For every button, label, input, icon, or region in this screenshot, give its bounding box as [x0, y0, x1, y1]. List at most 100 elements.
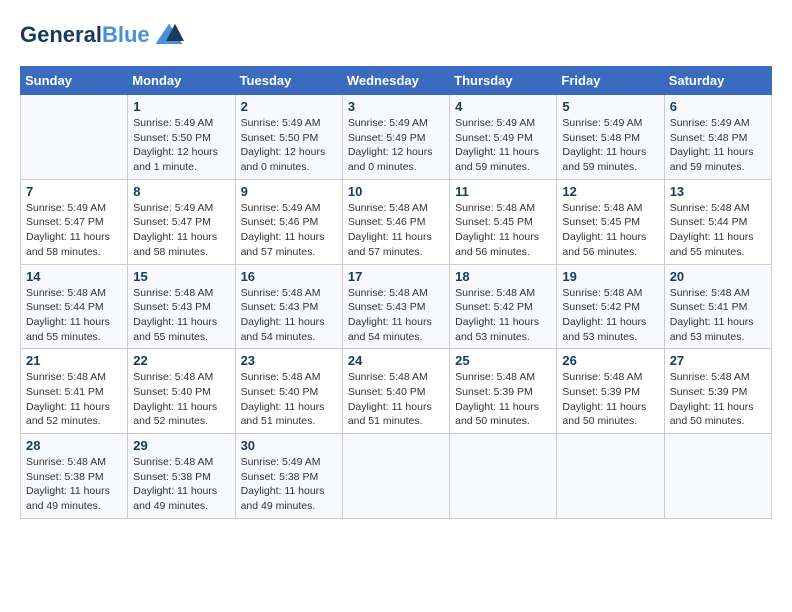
day-number: 7 — [26, 184, 122, 199]
header-monday: Monday — [128, 67, 235, 95]
day-number: 9 — [241, 184, 337, 199]
day-info: Sunrise: 5:48 AM Sunset: 5:40 PM Dayligh… — [133, 370, 229, 429]
calendar-week-2: 7 Sunrise: 5:49 AM Sunset: 5:47 PM Daylig… — [21, 179, 772, 264]
calendar-cell: 12 Sunrise: 5:48 AM Sunset: 5:45 PM Dayli… — [557, 179, 664, 264]
day-info: Sunrise: 5:49 AM Sunset: 5:48 PM Dayligh… — [670, 116, 766, 175]
day-number: 12 — [562, 184, 658, 199]
day-info: Sunrise: 5:48 AM Sunset: 5:40 PM Dayligh… — [348, 370, 444, 429]
day-info: Sunrise: 5:49 AM Sunset: 5:47 PM Dayligh… — [133, 201, 229, 260]
day-number: 14 — [26, 269, 122, 284]
day-number: 6 — [670, 99, 766, 114]
day-info: Sunrise: 5:49 AM Sunset: 5:48 PM Dayligh… — [562, 116, 658, 175]
day-info: Sunrise: 5:49 AM Sunset: 5:49 PM Dayligh… — [455, 116, 551, 175]
calendar-cell — [342, 434, 449, 519]
calendar-cell: 23 Sunrise: 5:48 AM Sunset: 5:40 PM Dayli… — [235, 349, 342, 434]
day-number: 20 — [670, 269, 766, 284]
calendar-cell — [450, 434, 557, 519]
calendar-cell: 8 Sunrise: 5:49 AM Sunset: 5:47 PM Daylig… — [128, 179, 235, 264]
calendar-cell: 5 Sunrise: 5:49 AM Sunset: 5:48 PM Daylig… — [557, 95, 664, 180]
day-info: Sunrise: 5:48 AM Sunset: 5:40 PM Dayligh… — [241, 370, 337, 429]
calendar-cell: 27Sunrise: 5:48 AM Sunset: 5:39 PM Dayli… — [664, 349, 771, 434]
day-number: 19 — [562, 269, 658, 284]
day-number: 29 — [133, 438, 229, 453]
calendar-cell: 9 Sunrise: 5:49 AM Sunset: 5:46 PM Daylig… — [235, 179, 342, 264]
day-number: 5 — [562, 99, 658, 114]
day-number: 28 — [26, 438, 122, 453]
day-info: Sunrise: 5:48 AM Sunset: 5:42 PM Dayligh… — [562, 286, 658, 345]
day-info: Sunrise: 5:48 AM Sunset: 5:39 PM Dayligh… — [562, 370, 658, 429]
header-saturday: Saturday — [664, 67, 771, 95]
calendar-cell — [664, 434, 771, 519]
day-number: 3 — [348, 99, 444, 114]
day-info: Sunrise: 5:48 AM Sunset: 5:38 PM Dayligh… — [133, 455, 229, 514]
day-number: 16 — [241, 269, 337, 284]
day-info: Sunrise: 5:48 AM Sunset: 5:43 PM Dayligh… — [241, 286, 337, 345]
calendar-cell: 25 Sunrise: 5:48 AM Sunset: 5:39 PM Dayli… — [450, 349, 557, 434]
day-number: 21 — [26, 353, 122, 368]
calendar-cell — [557, 434, 664, 519]
calendar-cell: 10Sunrise: 5:48 AM Sunset: 5:46 PM Dayli… — [342, 179, 449, 264]
calendar-cell: 11 Sunrise: 5:48 AM Sunset: 5:45 PM Dayli… — [450, 179, 557, 264]
calendar-cell: 13Sunrise: 5:48 AM Sunset: 5:44 PM Dayli… — [664, 179, 771, 264]
day-info: Sunrise: 5:48 AM Sunset: 5:46 PM Dayligh… — [348, 201, 444, 260]
logo: GeneralBlue — [20, 20, 184, 50]
day-info: Sunrise: 5:48 AM Sunset: 5:41 PM Dayligh… — [26, 370, 122, 429]
calendar-header-row: SundayMondayTuesdayWednesdayThursdayFrid… — [21, 67, 772, 95]
day-info: Sunrise: 5:49 AM Sunset: 5:46 PM Dayligh… — [241, 201, 337, 260]
day-info: Sunrise: 5:49 AM Sunset: 5:38 PM Dayligh… — [241, 455, 337, 514]
day-number: 11 — [455, 184, 551, 199]
day-number: 25 — [455, 353, 551, 368]
calendar-week-4: 21 Sunrise: 5:48 AM Sunset: 5:41 PM Dayli… — [21, 349, 772, 434]
header-friday: Friday — [557, 67, 664, 95]
day-info: Sunrise: 5:48 AM Sunset: 5:44 PM Dayligh… — [26, 286, 122, 345]
day-number: 4 — [455, 99, 551, 114]
day-number: 22 — [133, 353, 229, 368]
day-number: 1 — [133, 99, 229, 114]
day-info: Sunrise: 5:48 AM Sunset: 5:44 PM Dayligh… — [670, 201, 766, 260]
day-number: 8 — [133, 184, 229, 199]
logo-icon — [154, 20, 184, 50]
calendar-week-5: 28 Sunrise: 5:48 AM Sunset: 5:38 PM Dayli… — [21, 434, 772, 519]
day-number: 27 — [670, 353, 766, 368]
day-info: Sunrise: 5:49 AM Sunset: 5:49 PM Dayligh… — [348, 116, 444, 175]
calendar-cell: 16 Sunrise: 5:48 AM Sunset: 5:43 PM Dayli… — [235, 264, 342, 349]
day-info: Sunrise: 5:48 AM Sunset: 5:43 PM Dayligh… — [133, 286, 229, 345]
day-info: Sunrise: 5:49 AM Sunset: 5:50 PM Dayligh… — [133, 116, 229, 175]
day-info: Sunrise: 5:49 AM Sunset: 5:50 PM Dayligh… — [241, 116, 337, 175]
day-number: 26 — [562, 353, 658, 368]
day-number: 15 — [133, 269, 229, 284]
calendar-table: SundayMondayTuesdayWednesdayThursdayFrid… — [20, 66, 772, 519]
calendar-cell: 24Sunrise: 5:48 AM Sunset: 5:40 PM Dayli… — [342, 349, 449, 434]
calendar-cell: 19 Sunrise: 5:48 AM Sunset: 5:42 PM Dayli… — [557, 264, 664, 349]
calendar-cell: 20Sunrise: 5:48 AM Sunset: 5:41 PM Dayli… — [664, 264, 771, 349]
calendar-cell: 17Sunrise: 5:48 AM Sunset: 5:43 PM Dayli… — [342, 264, 449, 349]
calendar-week-3: 14 Sunrise: 5:48 AM Sunset: 5:44 PM Dayli… — [21, 264, 772, 349]
logo-text: GeneralBlue — [20, 23, 150, 47]
day-number: 2 — [241, 99, 337, 114]
day-info: Sunrise: 5:49 AM Sunset: 5:47 PM Dayligh… — [26, 201, 122, 260]
header-wednesday: Wednesday — [342, 67, 449, 95]
calendar-cell: 30 Sunrise: 5:49 AM Sunset: 5:38 PM Dayli… — [235, 434, 342, 519]
header-sunday: Sunday — [21, 67, 128, 95]
calendar-cell: 7 Sunrise: 5:49 AM Sunset: 5:47 PM Daylig… — [21, 179, 128, 264]
calendar-cell: 3 Sunrise: 5:49 AM Sunset: 5:49 PM Daylig… — [342, 95, 449, 180]
day-number: 17 — [348, 269, 444, 284]
calendar-week-1: 1 Sunrise: 5:49 AM Sunset: 5:50 PM Daylig… — [21, 95, 772, 180]
calendar-cell — [21, 95, 128, 180]
calendar-cell: 28Sunrise: 5:48 AM Sunset: 5:38 PM Dayli… — [21, 434, 128, 519]
day-number: 30 — [241, 438, 337, 453]
day-info: Sunrise: 5:48 AM Sunset: 5:39 PM Dayligh… — [455, 370, 551, 429]
day-number: 18 — [455, 269, 551, 284]
calendar-cell: 15 Sunrise: 5:48 AM Sunset: 5:43 PM Dayli… — [128, 264, 235, 349]
calendar-cell: 1 Sunrise: 5:49 AM Sunset: 5:50 PM Daylig… — [128, 95, 235, 180]
calendar-cell: 22 Sunrise: 5:48 AM Sunset: 5:40 PM Dayli… — [128, 349, 235, 434]
calendar-cell: 4 Sunrise: 5:49 AM Sunset: 5:49 PM Daylig… — [450, 95, 557, 180]
day-number: 23 — [241, 353, 337, 368]
day-info: Sunrise: 5:48 AM Sunset: 5:45 PM Dayligh… — [562, 201, 658, 260]
day-info: Sunrise: 5:48 AM Sunset: 5:42 PM Dayligh… — [455, 286, 551, 345]
page-header: GeneralBlue — [20, 20, 772, 50]
day-info: Sunrise: 5:48 AM Sunset: 5:45 PM Dayligh… — [455, 201, 551, 260]
calendar-cell: 21 Sunrise: 5:48 AM Sunset: 5:41 PM Dayli… — [21, 349, 128, 434]
calendar-cell: 2 Sunrise: 5:49 AM Sunset: 5:50 PM Daylig… — [235, 95, 342, 180]
header-thursday: Thursday — [450, 67, 557, 95]
